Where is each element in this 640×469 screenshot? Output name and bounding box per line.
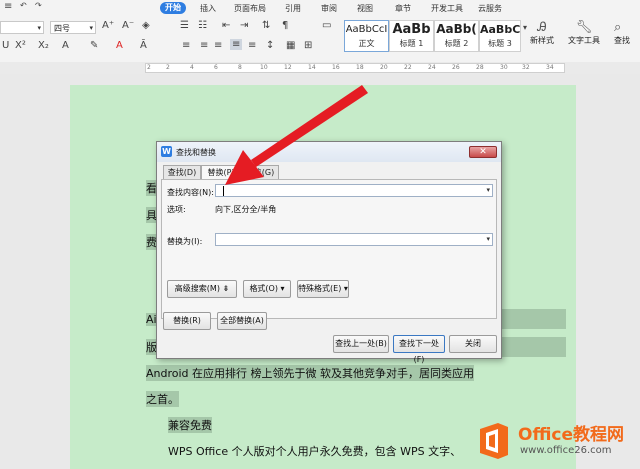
arrow-shaft	[251, 85, 368, 167]
annotation-arrow	[225, 85, 368, 185]
watermark-logo: Office教程网 www.office26.com	[472, 417, 640, 465]
watermark-brand: Office教程网	[518, 425, 625, 445]
office-logo-icon	[480, 423, 508, 459]
watermark-url: www.office26.com	[520, 445, 612, 456]
